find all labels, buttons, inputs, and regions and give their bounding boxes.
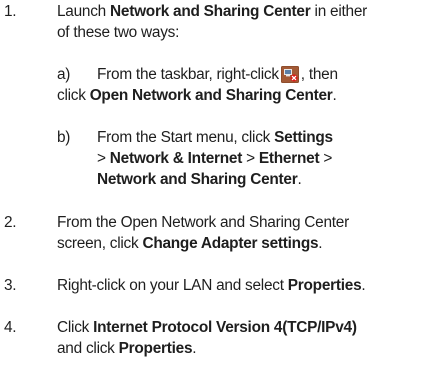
step-2-line-2: screen, click Change Adapter settings.: [57, 235, 323, 252]
properties-label: Properties: [118, 340, 193, 357]
open-network-sharing-center-label: Open Network and Sharing Center: [89, 87, 333, 104]
option-marker: b): [57, 129, 71, 146]
option-b-line-3: Network and Sharing Center.: [97, 171, 302, 188]
step-1-line-2: of these two ways:: [57, 24, 180, 41]
step-number: 1.: [4, 3, 17, 20]
option-b-line-1: From the Start menu, click Settings: [97, 129, 333, 146]
step-number: 2.: [4, 214, 17, 231]
option-b-line-2: > Network & Internet > Ethernet >: [97, 150, 333, 167]
step-4-line-1: Click Internet Protocol Version 4(TCP/IP…: [57, 319, 357, 336]
network-tray-icon: [280, 66, 299, 83]
step-number: 3.: [4, 277, 17, 294]
ipv4-label: Internet Protocol Version 4(TCP/IPv4): [93, 319, 357, 336]
network-sharing-center-label: Network and Sharing Center: [97, 171, 298, 188]
option-a-line-2: click Open Network and Sharing Center.: [57, 87, 337, 104]
option-a-line-1: From the taskbar, right-click, then: [97, 66, 338, 83]
step-1-line-1: Launch Network and Sharing Center in eit…: [57, 3, 368, 20]
properties-label: Properties: [287, 277, 362, 294]
step-4-line-2: and click Properties.: [57, 340, 197, 357]
ethernet-label: Ethernet: [258, 150, 320, 167]
settings-label: Settings: [274, 129, 333, 146]
step-3-line-1: Right-click on your LAN and select Prope…: [57, 277, 366, 294]
option-marker: a): [57, 66, 71, 83]
change-adapter-settings-label: Change Adapter settings: [142, 235, 319, 252]
network-sharing-center-label: Network and Sharing Center: [110, 3, 311, 20]
step-2-line-1: From the Open Network and Sharing Center: [57, 214, 349, 231]
network-internet-label: Network & Internet: [109, 150, 243, 167]
step-number: 4.: [4, 319, 17, 336]
